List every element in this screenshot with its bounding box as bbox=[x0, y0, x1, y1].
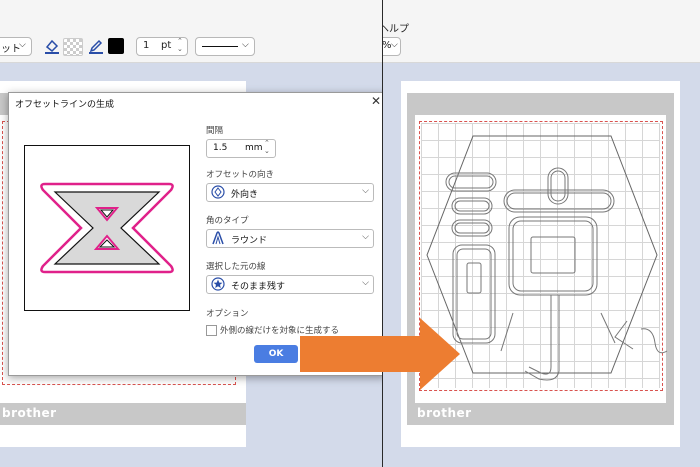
design-stroke bbox=[466, 262, 482, 294]
font-select-value: ット bbox=[1, 44, 21, 55]
design-stroke bbox=[614, 320, 634, 350]
design-stroke bbox=[550, 170, 566, 202]
spacing-input[interactable]: 1.5 mm ⌃ ⌄ bbox=[206, 139, 276, 158]
mat-bottom-band: brother bbox=[407, 403, 674, 425]
design-stroke bbox=[451, 219, 493, 237]
solid-line-icon bbox=[202, 46, 238, 47]
line-width-input[interactable]: 1 pt ⌃ ⌄ bbox=[136, 37, 188, 56]
chevron-down-icon: ⌵ bbox=[19, 40, 26, 50]
right-screenshot: ヘルプ % ⌵ brother bbox=[383, 0, 700, 467]
right-toolbar: ヘルプ % ⌵ bbox=[383, 0, 700, 63]
design-stroke bbox=[640, 328, 668, 354]
original-line-select[interactable]: そのまま残す ⌵ bbox=[206, 275, 374, 294]
help-menu[interactable]: ヘルプ bbox=[383, 20, 409, 35]
keep-original-icon bbox=[211, 277, 225, 294]
design-stroke bbox=[530, 236, 576, 274]
corner-type-select[interactable]: ラウンド ⌵ bbox=[206, 229, 374, 248]
outer-lines-only-checkbox[interactable] bbox=[206, 325, 217, 336]
corner-type-label: 角のタイプ bbox=[206, 216, 249, 226]
stepper-icon[interactable]: ⌃ ⌄ bbox=[177, 37, 183, 53]
font-select[interactable]: ット ⌵ bbox=[0, 37, 32, 56]
round-corner-icon bbox=[211, 231, 225, 248]
outward-icon bbox=[211, 185, 225, 202]
design-stroke bbox=[512, 220, 594, 292]
left-toolbar: ット ⌵ 1 pt ⌃ ⌄ ⌵ bbox=[0, 0, 382, 63]
original-line-label: 選択した元の線 bbox=[206, 262, 266, 272]
chevron-down-icon: ⌵ bbox=[242, 40, 249, 50]
chevron-down-icon: ⌵ bbox=[391, 40, 398, 50]
corner-type-value: ラウンド bbox=[231, 236, 268, 246]
ok-button[interactable]: OK bbox=[254, 345, 298, 363]
direction-label: オフセットの向き bbox=[206, 170, 275, 180]
design-stroke bbox=[451, 197, 493, 215]
options-label: オプション bbox=[206, 309, 249, 319]
brand-logo: brother bbox=[2, 406, 57, 420]
design-stroke bbox=[500, 312, 514, 352]
fill-bucket-icon[interactable] bbox=[44, 38, 60, 54]
spacing-value: 1.5 bbox=[213, 143, 228, 153]
line-style-select[interactable]: ⌵ bbox=[195, 37, 255, 56]
design-stroke bbox=[528, 295, 552, 375]
brand-logo: brother bbox=[417, 406, 472, 420]
design-stroke bbox=[454, 222, 490, 234]
checker-pattern-icon[interactable] bbox=[63, 38, 83, 56]
design-stroke bbox=[508, 216, 598, 296]
stepper-icon[interactable]: ⌃ ⌄ bbox=[264, 139, 270, 155]
mat-bottom-band: brother bbox=[0, 403, 246, 425]
direction-select[interactable]: 外向き ⌵ bbox=[206, 183, 374, 202]
preview-original-shape bbox=[53, 191, 161, 265]
zoom-select[interactable]: % ⌵ bbox=[383, 37, 401, 56]
original-line-value: そのまま残す bbox=[231, 282, 286, 292]
design-stroke bbox=[454, 200, 490, 212]
line-color-swatch[interactable] bbox=[108, 38, 124, 54]
line-width-value: 1 bbox=[143, 40, 150, 51]
right-workspace: brother bbox=[383, 63, 700, 467]
dialog-title: オフセットラインの生成 bbox=[15, 100, 115, 110]
direction-value: 外向き bbox=[231, 190, 259, 200]
left-screenshot: ット ⌵ 1 pt ⌃ ⌄ ⌵ brother オフセットラインの生成 ✕ 間隔… bbox=[0, 0, 382, 467]
chevron-down-icon: ⌵ bbox=[362, 232, 369, 242]
design-stroke bbox=[600, 312, 616, 344]
spacing-unit: mm bbox=[245, 143, 263, 153]
spacing-label: 間隔 bbox=[206, 126, 224, 136]
close-icon[interactable]: ✕ bbox=[371, 94, 381, 108]
offset-preview bbox=[24, 145, 190, 311]
chevron-down-icon: ⌵ bbox=[362, 278, 369, 288]
right-cutting-mat: brother bbox=[401, 81, 680, 447]
hexagon-outline bbox=[426, 135, 658, 374]
arrow-right-icon bbox=[300, 318, 460, 390]
line-width-unit: pt bbox=[161, 40, 172, 51]
chevron-down-icon: ⌵ bbox=[362, 186, 369, 196]
pen-icon[interactable] bbox=[88, 38, 104, 54]
